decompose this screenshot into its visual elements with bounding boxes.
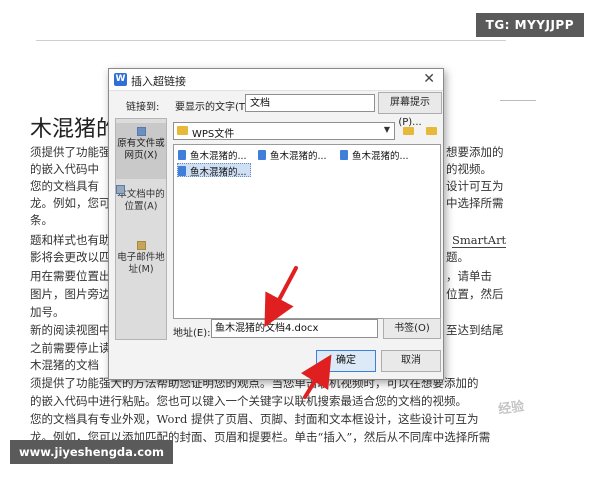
display-text-label: 要显示的文字(T):: [175, 102, 253, 113]
file-item[interactable]: 鱼木混猪的...: [178, 148, 247, 162]
close-icon[interactable]: ✕: [423, 71, 435, 87]
dialog-title: 插入超链接: [131, 75, 186, 88]
file-item-selected[interactable]: 鱼木混猪的...: [177, 163, 251, 178]
word-doc-icon: [258, 150, 266, 160]
word-doc-icon: [178, 150, 186, 160]
page-margin-rule: [500, 100, 536, 101]
doc-line-left: 条。: [30, 213, 53, 227]
ok-button[interactable]: 确定: [316, 350, 376, 372]
link-type-nav: 原有文件或网页(X) 本文档中的位置(A) 电子邮件地址(M): [115, 118, 167, 340]
watermark-bottom: www.jiyeshengda.com: [10, 440, 173, 464]
smartart-link[interactable]: SmartArt: [452, 233, 507, 248]
page-top-rule: [36, 40, 506, 41]
doc-line-right: ，请单击: [446, 269, 492, 283]
watermark-ghost: 经验: [497, 399, 526, 418]
watermark-top: TG: MYYJJPP: [475, 13, 584, 37]
doc-line-full: 您的文档具有专业外观，Word 提供了页眉、页脚、封面和文本框设计，这些设计可互…: [30, 412, 479, 426]
dialog-titlebar[interactable]: W 插入超链接 ✕: [109, 69, 443, 91]
word-doc-icon: [178, 166, 186, 176]
cancel-button[interactable]: 取消: [381, 350, 441, 372]
doc-line-full: 的嵌入代码中进行粘贴。您也可以键入一个关键字以联机搜索最适合您的文档的视频。: [30, 394, 467, 408]
nav-existing-file-or-web[interactable]: 原有文件或网页(X): [116, 123, 166, 179]
folder-open-icon: [426, 127, 437, 135]
nav-place-in-document[interactable]: 本文档中的位置(A): [116, 185, 166, 233]
wps-writer-icon: W: [114, 73, 127, 86]
doc-line-left: 图片，图片旁边: [30, 287, 111, 301]
doc-line-right: 位置，然后: [446, 287, 504, 301]
doc-line-left: 题和样式也有助: [30, 233, 111, 247]
address-input[interactable]: 鱼木混猪的文档4.docx: [211, 319, 378, 338]
screen-tip-button[interactable]: 屏幕提示(P)...: [378, 92, 442, 128]
display-text-input[interactable]: 文档: [245, 94, 375, 112]
open-folder-button[interactable]: [423, 123, 439, 139]
doc-line-left: 须提供了功能强: [30, 145, 111, 159]
folder-icon: [403, 127, 414, 135]
doc-line-right: 设计可互为: [446, 179, 504, 193]
link-to-label: 链接到:: [126, 102, 160, 113]
web-file-icon: [136, 127, 146, 136]
browse-folder-button[interactable]: [400, 123, 416, 139]
doc-line-left: 加号。: [30, 305, 65, 319]
doc-line-left: 您的文档具有: [30, 179, 99, 193]
doc-line-left: 龙。例如，您可: [30, 196, 111, 210]
doc-line-left: 新的阅读视图中: [30, 323, 111, 337]
folder-icon: [177, 126, 188, 135]
doc-line-right: 想要添加的: [446, 145, 504, 159]
word-doc-icon: [340, 150, 348, 160]
doc-line-left: 用在需要位置出: [30, 269, 111, 283]
file-list: 鱼木混猪的... 鱼木混猪的... 鱼木混猪的... 鱼木混猪的...: [173, 144, 441, 319]
doc-line-right: 的视频。: [446, 162, 492, 176]
address-label: 地址(E):: [173, 328, 211, 339]
doc-line-left: 的嵌入代码中: [30, 162, 99, 176]
folder-select[interactable]: WPS文件 ▼: [173, 122, 395, 140]
doc-line-right: SmartArt: [452, 232, 507, 249]
nav-email-address[interactable]: 电子邮件地址(M): [116, 237, 166, 279]
document-place-icon: [116, 185, 125, 194]
doc-line-right: 题。: [446, 250, 469, 264]
doc-line-right: 至达到结尾: [446, 323, 504, 337]
document-heading: 木混猪的: [30, 117, 119, 142]
doc-line-left: 之前需要停止读: [30, 341, 111, 355]
chevron-down-icon[interactable]: ▼: [384, 125, 390, 134]
folder-name: WPS文件: [192, 129, 235, 140]
doc-line-left: 影将会更改以匹: [30, 250, 111, 264]
file-item[interactable]: 鱼木混猪的...: [258, 148, 327, 162]
insert-hyperlink-dialog: W 插入超链接 ✕ 链接到: 要显示的文字(T): 文档 屏幕提示(P)... …: [108, 68, 444, 380]
bookmark-button[interactable]: 书签(O): [383, 318, 441, 339]
doc-line-left: 木混猪的文档: [30, 358, 99, 372]
file-item[interactable]: 鱼木混猪的...: [340, 148, 409, 162]
nav-label: 电子邮件地址(M): [117, 252, 165, 275]
email-icon: [136, 241, 146, 250]
nav-label: 原有文件或网页(X): [117, 138, 165, 161]
doc-line-right: 中选择所需: [446, 196, 504, 210]
